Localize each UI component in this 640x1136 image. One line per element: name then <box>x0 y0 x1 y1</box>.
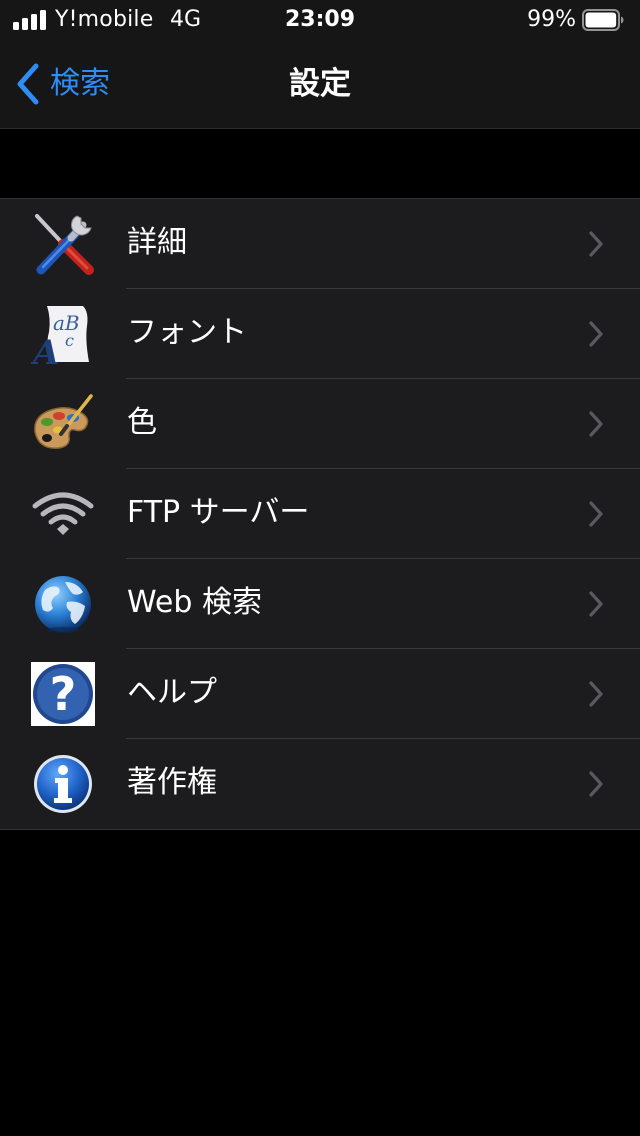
help-icon: ? <box>31 662 95 726</box>
settings-row-label: 色 <box>127 405 157 440</box>
svg-text:?: ? <box>50 667 77 721</box>
settings-row-label: ヘルプ <box>127 675 217 710</box>
settings-list: 詳細 aB c A フォント 色 FTP サーバー Web 検索 ? ヘルプ 著… <box>0 198 640 830</box>
settings-row-font[interactable]: aB c A フォント <box>0 289 640 379</box>
battery-percentage: 99% <box>527 7 576 32</box>
info-icon <box>31 752 95 816</box>
palette-icon <box>31 392 95 456</box>
svg-text:A: A <box>31 333 59 366</box>
settings-row-label: FTP サーバー <box>127 495 310 530</box>
chevron-right-icon <box>589 321 603 347</box>
settings-row-ftp[interactable]: FTP サーバー <box>0 469 640 559</box>
settings-row-label: フォント <box>127 315 247 350</box>
page-title: 設定 <box>289 66 351 102</box>
tools-icon <box>31 212 95 276</box>
chevron-right-icon <box>589 501 603 527</box>
settings-row-label: Web 検索 <box>127 585 262 620</box>
settings-row-copyright[interactable]: 著作権 <box>0 739 640 829</box>
settings-row-color[interactable]: 色 <box>0 379 640 469</box>
chevron-right-icon <box>589 681 603 707</box>
chevron-right-icon <box>589 591 603 617</box>
navigation-bar: 検索 設定 <box>0 40 640 129</box>
chevron-right-icon <box>589 411 603 437</box>
svg-text:c: c <box>65 331 74 350</box>
status-bar: Y!mobile 4G 23:09 99% <box>0 0 640 40</box>
settings-row-label: 著作権 <box>127 765 217 800</box>
settings-row-details[interactable]: 詳細 <box>0 199 640 289</box>
chevron-right-icon <box>589 231 603 257</box>
battery-icon <box>582 9 624 31</box>
font-icon: aB c A <box>31 302 95 366</box>
wifi-icon <box>31 482 95 546</box>
settings-row-web-search[interactable]: Web 検索 <box>0 559 640 649</box>
settings-row-help[interactable]: ? ヘルプ <box>0 649 640 739</box>
chevron-right-icon <box>589 771 603 797</box>
globe-icon <box>31 572 95 636</box>
settings-row-label: 詳細 <box>127 225 187 260</box>
